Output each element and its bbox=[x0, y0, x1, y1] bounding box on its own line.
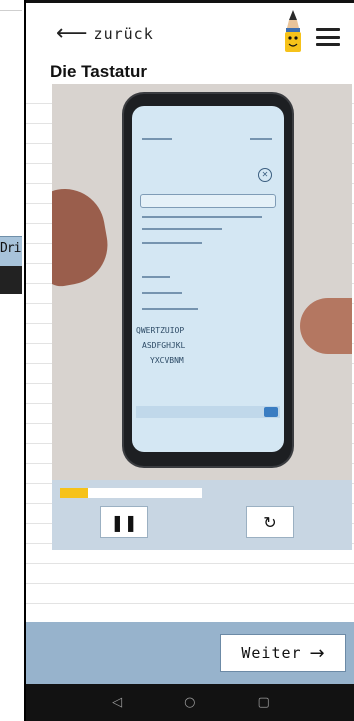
screen-text-line bbox=[142, 276, 170, 278]
nav-back-icon[interactable]: ◁ bbox=[112, 695, 122, 710]
video-progress-bar[interactable] bbox=[60, 488, 202, 498]
back-button-label: zurück bbox=[93, 25, 154, 43]
app-frame: ⟵ zurück Die Tastatur ✕ QWERTZUIOP ASDFG… bbox=[24, 0, 354, 721]
bottom-bar: Weiter → bbox=[26, 622, 354, 684]
phone-screen: ✕ QWERTZUIOP ASDFGHJKL YXCVBNM bbox=[132, 106, 284, 452]
background-dark-strip bbox=[0, 266, 22, 294]
screen-text-line bbox=[142, 138, 172, 140]
nav-recents-icon[interactable]: ▢ bbox=[258, 695, 270, 710]
phone-in-video: ✕ QWERTZUIOP ASDFGHJKL YXCVBNM bbox=[124, 94, 292, 466]
screen-text-line bbox=[142, 242, 202, 244]
android-navigation-bar: ◁ ○ ▢ bbox=[26, 684, 354, 721]
background-partial-text: Dri bbox=[0, 241, 22, 256]
tutorial-video[interactable]: ✕ QWERTZUIOP ASDFGHJKL YXCVBNM bbox=[52, 84, 352, 480]
pause-button[interactable]: ❚❚ bbox=[100, 506, 148, 538]
screen-text-line bbox=[142, 308, 198, 310]
video-controls: ❚❚ ↻ bbox=[52, 480, 352, 550]
next-button-label: Weiter bbox=[241, 644, 302, 662]
screen-text-line bbox=[142, 292, 182, 294]
replay-icon: ↻ bbox=[263, 512, 277, 532]
keyboard-row: YXCVBNM bbox=[150, 356, 184, 365]
screen-keyboard: QWERTZUIOP ASDFGHJKL YXCVBNM bbox=[136, 326, 280, 371]
screen-search-field bbox=[140, 194, 276, 208]
screen-text-line bbox=[250, 138, 272, 140]
keyboard-bottom-bar bbox=[136, 406, 280, 418]
frame-top-border bbox=[26, 0, 354, 3]
keyboard-row: QWERTZUIOP bbox=[136, 326, 185, 335]
nav-home-icon[interactable]: ○ bbox=[184, 695, 195, 710]
screen-text-line bbox=[142, 228, 222, 230]
app-header: ⟵ zurück bbox=[26, 4, 354, 56]
keyboard-enter-key bbox=[264, 407, 278, 417]
back-button[interactable]: ⟵ zurück bbox=[56, 22, 154, 46]
pause-icon: ❚❚ bbox=[110, 512, 138, 532]
hamburger-menu-icon[interactable] bbox=[316, 28, 340, 46]
arrow-right-icon: → bbox=[309, 642, 325, 664]
right-hand-image bbox=[300, 298, 352, 354]
left-hand-image bbox=[52, 182, 114, 290]
screen-text-line bbox=[142, 216, 262, 218]
page-title: Die Tastatur bbox=[50, 62, 147, 81]
arrow-left-icon: ⟵ bbox=[56, 21, 88, 46]
next-button[interactable]: Weiter → bbox=[220, 634, 346, 672]
video-progress-fill bbox=[60, 488, 89, 498]
screen-close-icon: ✕ bbox=[258, 168, 272, 182]
pencil-mascot-icon bbox=[285, 10, 301, 52]
keyboard-row: ASDFGHJKL bbox=[142, 341, 186, 350]
background-divider bbox=[0, 10, 22, 11]
replay-button[interactable]: ↻ bbox=[246, 506, 294, 538]
